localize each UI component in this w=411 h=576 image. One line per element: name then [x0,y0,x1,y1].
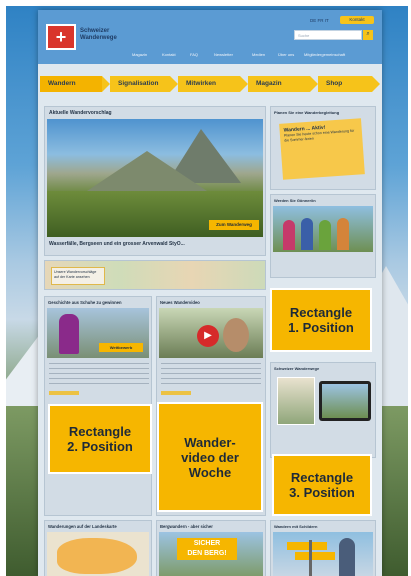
contest-text-lines [49,363,149,387]
nav-tab-mitwirken[interactable]: Mitwirken [178,76,248,92]
top-link-2[interactable]: FAQ [190,52,198,57]
sticky-note[interactable]: Wandern ... Aktiv! Planen Sie heute scho… [279,118,365,180]
video-link[interactable] [161,391,191,395]
contest-link[interactable] [49,391,79,395]
section3-title: Wanderungen auf der Landeskarte [48,524,117,529]
top-link-0[interactable]: Magazin [132,52,147,57]
video-overlay-label: Wander- video der Woche [181,434,239,480]
nav-tab-signalisation[interactable]: Signalisation [110,76,178,92]
swiss-cross-logo[interactable]: + [46,24,76,50]
contest-badge[interactable]: Wettbewerb [99,343,143,352]
magazine-cover[interactable] [277,377,315,425]
side-box2-title: Werden Sie Gönner/in [274,198,316,203]
group-photo[interactable] [273,206,373,252]
top-link-3[interactable]: Newsletter [214,52,233,57]
side-box-schilder: Wandern mit Schildern [270,520,376,576]
side-box1-title: Planen Sie eine Wanderbegleitung [274,110,340,115]
section1-title: Geschichte aus Schuhe zu gewinnen [48,300,122,305]
side-box3-title: Schweizer Wanderwege [274,366,320,371]
brand-name[interactable]: Schweizer Wanderwege [80,28,117,42]
rect1-label: Rectangle 1. Position [288,305,354,335]
cross-icon: + [55,27,67,47]
rect2-label: Rectangle 2. Position [67,424,133,454]
banner-line-2: DEN BERG! [187,550,227,557]
map-button[interactable]: Unsere Wandervorschläge auf der Karte an… [51,267,105,285]
top-link-4[interactable]: Medien [252,52,265,57]
language-switch[interactable]: DE FR IT [310,18,329,23]
search-input[interactable]: Suche [294,30,362,40]
nav-tab-wandern[interactable]: Wandern [40,76,110,92]
signpost-photo[interactable] [273,532,373,576]
bergwandern-photo[interactable]: SICHER DEN BERG! [159,532,263,576]
nav-tab-magazin[interactable]: Magazin [248,76,318,92]
wandervideo-der-woche[interactable]: Wander- video der Woche [157,402,263,512]
contact-button[interactable]: Kontakt [340,16,374,24]
search-icon[interactable]: ⌕ [363,30,373,40]
rect3-label: Rectangle 3. Position [289,470,355,500]
section-landeskarte: Wanderungen auf der Landeskarte [44,520,152,576]
ad-rectangle-position-3[interactable]: Rectangle 3. Position [272,454,372,516]
video-text-lines [161,363,261,387]
ad-rectangle-position-1[interactable]: Rectangle 1. Position [270,288,372,352]
bergwandern-banner: SICHER DEN BERG! [177,538,237,560]
section2-title: Neues Wandervideo [160,300,200,305]
side-box4-title: Wandern mit Schildern [274,524,318,529]
nav-tab-shop[interactable]: Shop [318,76,380,92]
map-strip[interactable]: Unsere Wandervorschläge auf der Karte an… [44,260,266,290]
hero-panel: Aktuelle Wandervorschlag Zum Wanderweg W… [44,106,266,256]
brand-line-1: Schweizer [80,28,110,34]
site-header: + Schweizer Wanderwege DE FR IT Kontakt … [38,10,382,64]
search-placeholder: Suche [298,33,310,38]
section-bergwandern: Bergwandern - aber sicher SICHER DEN BER… [156,520,266,576]
top-link-6[interactable]: Mitgliedergemeinschaft [304,52,345,57]
hero-badge[interactable]: Zum Wanderweg [209,220,259,230]
section4-title: Bergwandern - aber sicher [160,524,213,529]
brand-line-2: Wanderwege [80,35,117,41]
banner-line-1: SICHER [193,540,221,547]
ad-rectangle-position-2[interactable]: Rectangle 2. Position [48,404,152,474]
side-box-planen: Planen Sie eine Wanderbegleitung Wandern… [270,106,376,190]
hero-title: Aktuelle Wandervorschlag [49,110,112,116]
switzerland-map[interactable] [47,532,149,576]
hero-caption[interactable]: Wasserfälle, Bergseen und ein grosser Ar… [49,241,185,247]
side-box-goenner: Werden Sie Gönner/in [270,194,376,278]
side-box-magazin: Schweizer Wanderwege [270,362,376,458]
top-link-1[interactable]: Kontakt [162,52,176,57]
tablet-icon[interactable] [319,381,371,421]
top-link-5[interactable]: Über uns [278,52,294,57]
play-icon[interactable]: ▶ [197,325,219,347]
